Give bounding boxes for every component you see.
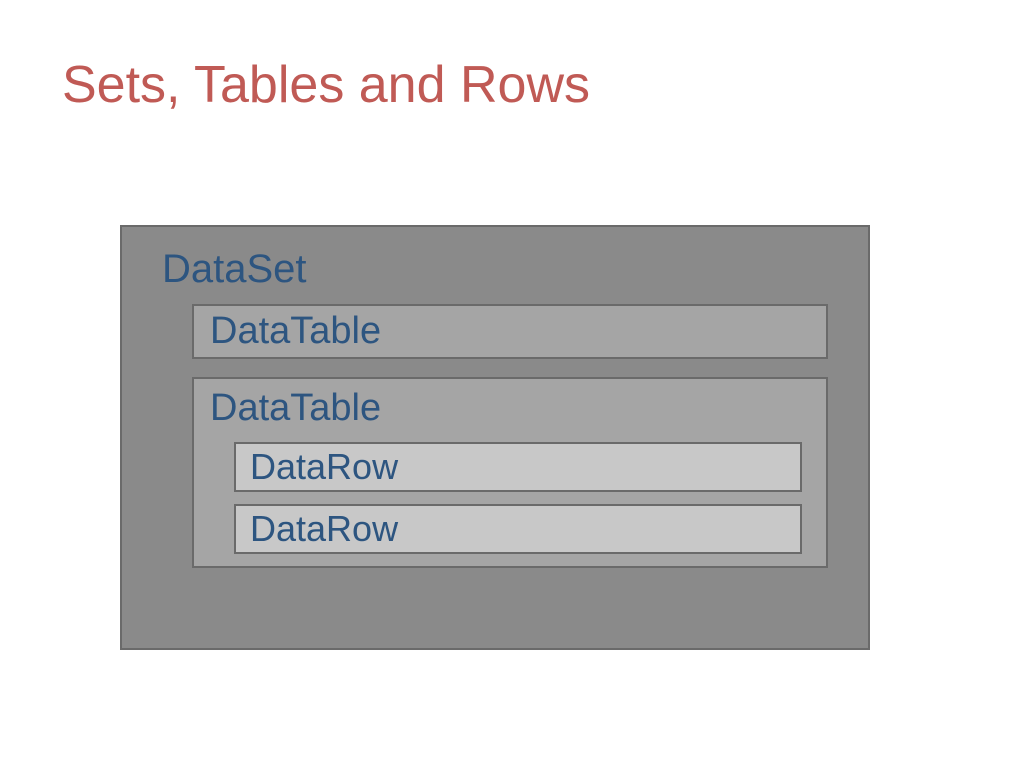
datatable-container: DataTable <box>192 304 828 359</box>
slide-title: Sets, Tables and Rows <box>62 55 590 115</box>
datatable-container: DataTable DataRow DataRow <box>192 377 828 568</box>
datarow-container: DataRow <box>234 504 802 554</box>
dataset-label: DataSet <box>162 247 838 292</box>
dataset-container: DataSet DataTable DataTable DataRow Data… <box>120 225 870 650</box>
datatable-label: DataTable <box>210 310 810 353</box>
datarow-container: DataRow <box>234 442 802 492</box>
datarow-label: DataRow <box>250 446 786 488</box>
datarow-label: DataRow <box>250 508 786 550</box>
datatable-label: DataTable <box>210 387 810 430</box>
